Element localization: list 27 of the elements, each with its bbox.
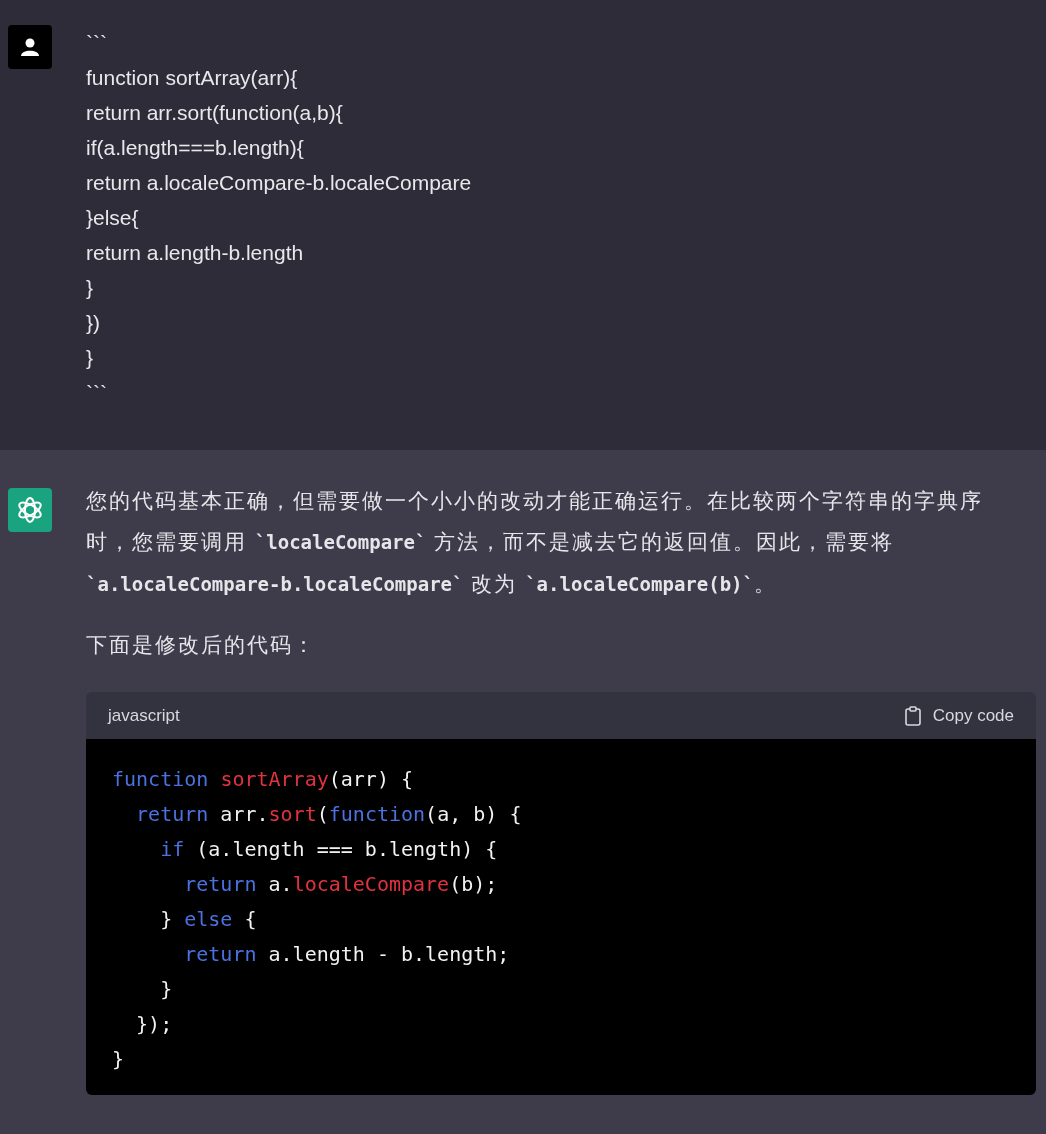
code-line: } bbox=[159, 976, 173, 1003]
message-line: ``` bbox=[86, 380, 107, 406]
clipboard-icon bbox=[904, 705, 921, 726]
user-icon bbox=[20, 38, 40, 56]
code-line: if (a.length === b.length) { bbox=[159, 836, 498, 863]
code-line: return a.localeCompare(b); bbox=[183, 871, 498, 898]
message-line: if(a.length===b.length){ bbox=[86, 135, 304, 161]
message-line: }) bbox=[86, 310, 100, 336]
message-line: function sortArray(arr){ bbox=[86, 65, 298, 91]
message-paragraph: 您的代码基本正确，但需要做一个小小的改动才能正确运行。在比较两个字符串的字典序时，您需要调用 `localeCompare` 方法，而不是减去它的返回值。因此，需要将 `a.localeCompare-b.localeCompare` 改为 `a.localeCompare(b)`。 bbox=[86, 488, 984, 597]
copy-code-button[interactable]: Copy code bbox=[904, 702, 1014, 729]
code-line: } else { bbox=[159, 906, 257, 933]
message-line: return a.length-b.length bbox=[86, 240, 304, 266]
code-line: }); bbox=[135, 1011, 173, 1038]
message-line: }else{ bbox=[86, 205, 139, 231]
message-line: ``` bbox=[86, 30, 107, 56]
message-line: return a.localeCompare-b.localeCompare bbox=[86, 170, 472, 196]
message-line: } bbox=[86, 275, 93, 301]
language-label: javascript bbox=[108, 704, 180, 727]
code-line: } bbox=[112, 1046, 125, 1073]
code-line: function sortArray(arr) { bbox=[112, 766, 414, 793]
code-line: return a.length - b.length; bbox=[183, 941, 510, 968]
code-line: return arr.sort(function(a, b) { bbox=[135, 801, 522, 828]
message-line: } bbox=[86, 345, 93, 371]
message-paragraph: 下面是修改后的代码： bbox=[86, 632, 317, 658]
knot-logo-icon bbox=[15, 495, 45, 525]
message-line: return arr.sort(function(a,b){ bbox=[86, 100, 343, 126]
